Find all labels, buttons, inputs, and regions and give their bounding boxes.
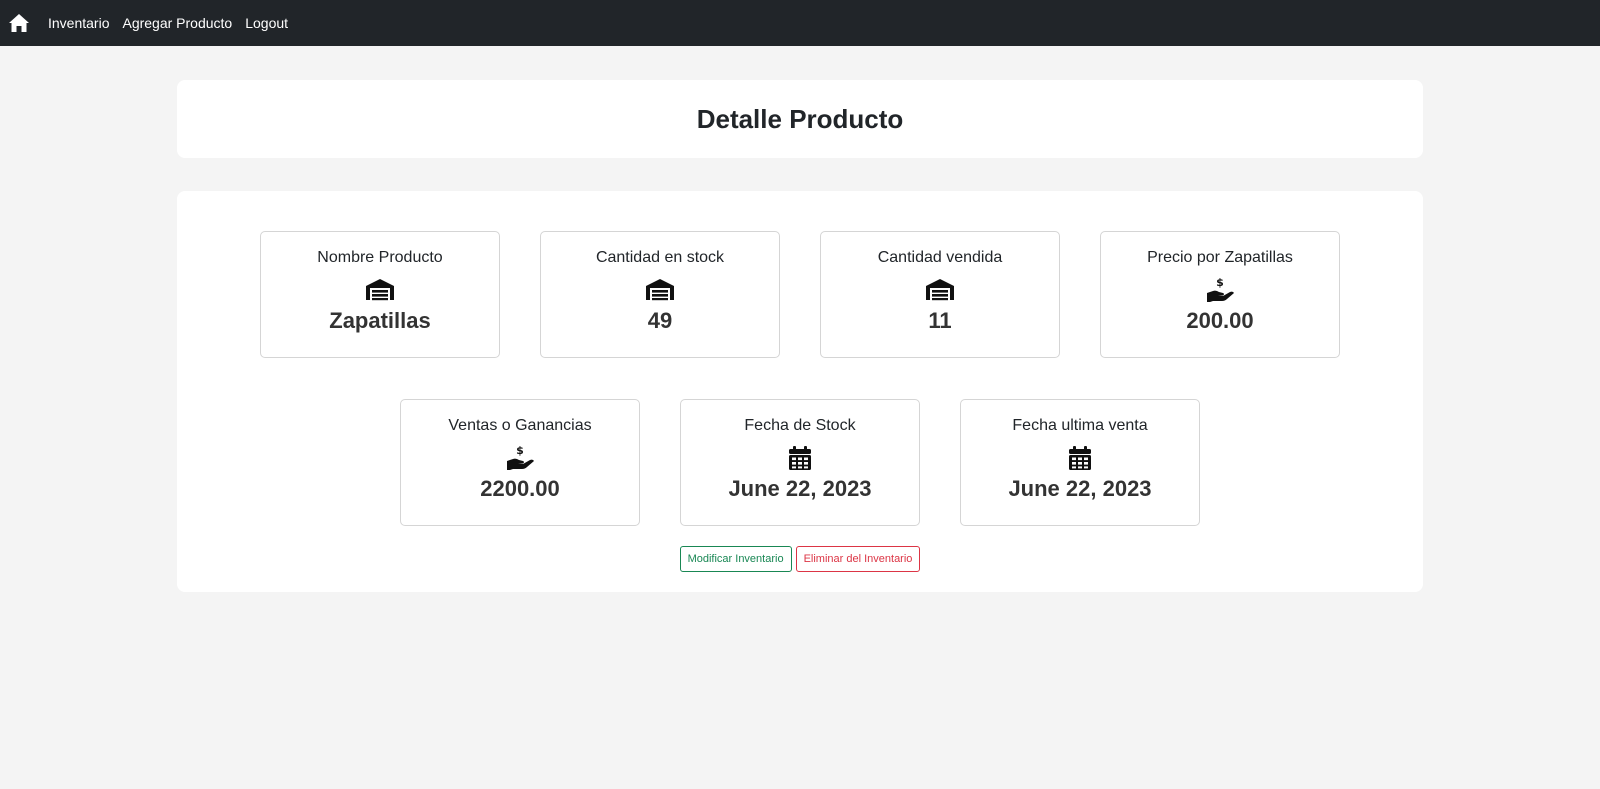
product-detail-panel: Nombre Producto Zapatillas Cantidad en s… (177, 191, 1423, 592)
nav-link-agregar-producto[interactable]: Agregar Producto (122, 15, 232, 31)
card-label: Fecha ultima venta (1012, 417, 1148, 434)
card-label: Precio por Zapatillas (1147, 249, 1293, 266)
nav-link-inventario[interactable]: Inventario (48, 15, 109, 31)
calendar-icon (681, 445, 919, 471)
home-icon[interactable] (7, 11, 31, 35)
top-navbar: Inventario Agregar Producto Logout (0, 0, 1600, 46)
card-value: Zapatillas (329, 308, 431, 333)
title-panel: Detalle Producto (177, 80, 1423, 158)
warehouse-icon (261, 277, 499, 303)
card-value: June 22, 2023 (1008, 476, 1152, 501)
page-title: Detalle Producto (696, 103, 904, 134)
warehouse-icon (821, 277, 1059, 303)
card-value: June 22, 2023 (728, 476, 872, 501)
card-label: Nombre Producto (317, 249, 443, 266)
card-label: Cantidad en stock (595, 249, 725, 266)
card-fecha-de-stock: Fecha de Stock June 22, 2023 (680, 399, 920, 526)
card-value: 200.00 (1186, 308, 1254, 333)
hand-holding-dollar-icon (1101, 276, 1339, 303)
card-value: 2200.00 (480, 476, 560, 501)
card-precio-por-zapatillas: Precio por Zapatillas 200.00 (1100, 231, 1340, 358)
card-nombre-producto: Nombre Producto Zapatillas (260, 231, 500, 358)
card-cantidad-vendida: Cantidad vendida 11 (820, 231, 1060, 358)
card-label: Cantidad vendida (877, 249, 1003, 266)
card-fecha-ultima-venta: Fecha ultima venta June 22, 2023 (960, 399, 1200, 526)
calendar-icon (961, 445, 1199, 471)
action-buttons: Modificar Inventario Eliminar del Invent… (177, 546, 1423, 572)
hand-holding-dollar-icon (401, 444, 639, 471)
card-label: Fecha de Stock (744, 417, 856, 434)
card-value: 11 (928, 308, 952, 333)
card-label: Ventas o Ganancias (448, 417, 592, 434)
warehouse-icon (541, 277, 779, 303)
nav-link-logout[interactable]: Logout (245, 15, 288, 31)
delete-from-inventory-button[interactable]: Eliminar del Inventario (795, 546, 921, 572)
modify-inventory-button[interactable]: Modificar Inventario (679, 546, 792, 572)
card-ventas-o-ganancias: Ventas o Ganancias 2200.00 (400, 399, 640, 526)
card-cantidad-en-stock: Cantidad en stock 49 (540, 231, 780, 358)
card-value: 49 (647, 308, 673, 333)
